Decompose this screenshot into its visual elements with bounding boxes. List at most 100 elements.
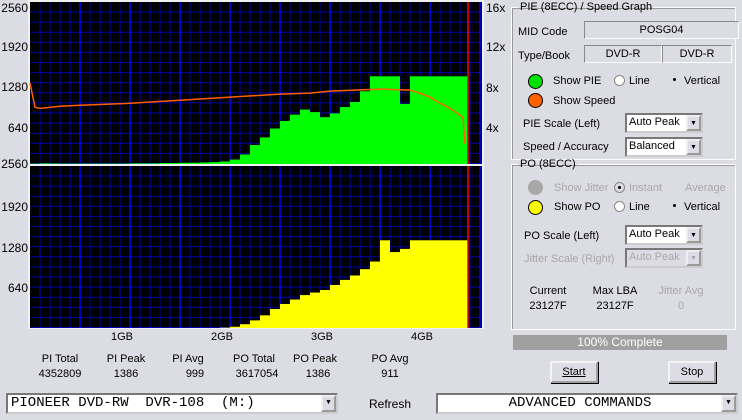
pie-bar [260, 137, 270, 164]
pie-bar [160, 163, 170, 164]
po-group-title: PO (8ECC) [520, 158, 576, 170]
po-bar [240, 324, 250, 328]
jitter-average-radio [670, 182, 681, 193]
pie-bar [410, 76, 420, 164]
pie-line-label: Line [629, 75, 650, 87]
progress-bar: 100% Complete [513, 335, 727, 350]
pie-bar [210, 162, 220, 164]
pie-scale-select[interactable]: Auto Peak ▼ [625, 113, 703, 133]
show-po-label[interactable]: Show PO [554, 201, 600, 213]
po-vertical-label: Vertical [684, 201, 721, 213]
refresh-button[interactable]: Refresh [369, 397, 411, 411]
po-bar [440, 240, 450, 328]
po-bar [320, 290, 330, 328]
po-bar [250, 320, 260, 328]
po-bar [350, 275, 360, 328]
show-pie-label[interactable]: Show PIE [553, 75, 601, 87]
pie-bar [320, 117, 330, 164]
po-scale-select[interactable]: Auto Peak ▼ [625, 225, 703, 245]
pie-bar [330, 113, 340, 164]
chevron-down-icon[interactable]: ▼ [721, 395, 736, 412]
jitter-avg: Jitter Avg 0 [658, 285, 704, 312]
book-value: DVD-R [662, 45, 732, 63]
chevron-down-icon[interactable]: ▼ [321, 395, 336, 412]
pie-bar [230, 159, 240, 164]
pie-bar [340, 107, 350, 164]
pie-vertical-radio[interactable] [670, 75, 681, 86]
pie-vertical-label: Vertical [684, 75, 721, 87]
pie-bar [280, 120, 290, 164]
stat-pi-total: PI Total 4352809 [38, 353, 82, 380]
stat-po-total: PO Total 3617054 [233, 353, 279, 380]
po-bar [280, 303, 290, 328]
po-bar [310, 292, 320, 328]
pie-bar [270, 128, 280, 164]
type-value: DVD-R [584, 45, 662, 63]
pie-bar [130, 163, 140, 164]
show-speed-label[interactable]: Show Speed [553, 95, 615, 107]
po-bar [390, 252, 400, 328]
stop-button[interactable]: Stop [668, 361, 716, 383]
jitter-instant-label: Instant [629, 182, 663, 194]
chevron-down-icon[interactable]: ▼ [686, 139, 701, 155]
po-bar [380, 240, 390, 328]
pie-group-title: PIE (8ECC) / Speed Graph [520, 1, 653, 13]
stat-pi-avg: PI Avg 999 [172, 353, 205, 380]
po-line-radio[interactable] [614, 201, 625, 212]
pie-bar [150, 163, 160, 164]
po-bar [230, 326, 240, 328]
po-bar [410, 240, 420, 328]
type-book-label: Type/Book [518, 50, 570, 62]
show-po-led-icon[interactable] [528, 200, 543, 215]
jitter-scale-label: Jitter Scale (Right) [524, 253, 615, 265]
pie-bar [350, 101, 360, 164]
pie-bar [420, 76, 430, 164]
po-bar [370, 261, 380, 328]
pie-bar [170, 163, 180, 164]
start-button[interactable]: Start [550, 361, 598, 383]
max-lba: Max LBA 23127F [592, 285, 638, 312]
po-vertical-radio[interactable] [670, 201, 681, 212]
jitter-average-label: Average [685, 182, 726, 194]
pie-bar [300, 109, 310, 164]
pie-bar [460, 76, 468, 164]
pie-bar [200, 162, 210, 164]
po-bar [270, 309, 280, 328]
po-bar [400, 248, 410, 328]
drive-select[interactable]: PIONEER DVD-RW DVR-108 (M:) ▼ [6, 393, 338, 414]
chevron-down-icon[interactable]: ▼ [686, 115, 701, 131]
show-pie-led-icon[interactable] [528, 74, 543, 89]
pie-bar [450, 76, 460, 164]
po-bar [260, 315, 270, 328]
po-line-label: Line [629, 201, 650, 213]
pie-bar [400, 103, 410, 164]
pie-bar [220, 161, 230, 164]
jitter-instant-radio [614, 182, 625, 193]
po-scale-label: PO Scale (Left) [524, 230, 600, 242]
pie-bar [250, 145, 260, 164]
speed-accuracy-select[interactable]: Balanced ▼ [625, 137, 703, 157]
po-bar [330, 284, 340, 328]
po-bar [300, 295, 310, 328]
current-lba: Current 23127F [529, 285, 567, 312]
advanced-commands-select[interactable]: ADVANCED COMMANDS ▼ [436, 393, 738, 414]
pie-bar [50, 163, 60, 164]
x-label-3gb: 3GB [310, 331, 333, 343]
pie-bar [40, 163, 50, 164]
pie-bar [180, 162, 190, 164]
pie-bar [190, 162, 200, 164]
show-speed-led-icon[interactable] [528, 93, 543, 108]
mid-code-value: POSG04 [584, 21, 739, 39]
pie-line-radio[interactable] [614, 75, 625, 86]
pie-bar [360, 91, 370, 164]
speed-accuracy-label: Speed / Accuracy [523, 141, 609, 153]
x-label-2gb: 2GB [210, 331, 233, 343]
po-bar [360, 269, 370, 328]
chevron-down-icon: ▼ [686, 250, 701, 266]
pie-bar [440, 76, 450, 164]
stat-po-peak: PO Peak 1386 [292, 353, 338, 380]
stat-po-avg: PO Avg 911 [371, 353, 409, 380]
pie-bar [140, 163, 150, 164]
x-label-4gb: 4GB [410, 331, 433, 343]
chevron-down-icon[interactable]: ▼ [686, 227, 701, 243]
